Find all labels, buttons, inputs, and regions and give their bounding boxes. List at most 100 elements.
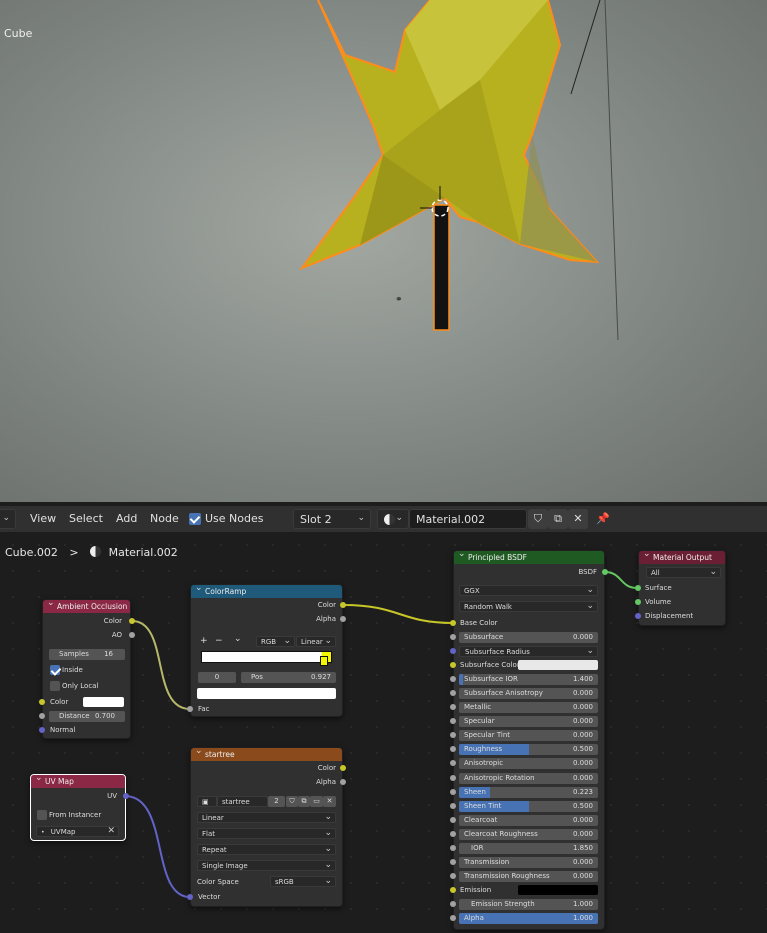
bsdf-color-swatch[interactable] — [518, 885, 598, 895]
interpolation-dropdown[interactable]: Linear ⌄ — [197, 812, 336, 823]
menu-view[interactable]: View — [30, 512, 56, 525]
node-title[interactable]: Principled BSDF — [454, 548, 604, 564]
ramp-menu-button[interactable]: ⌄ — [234, 634, 242, 644]
fake-user-shield-icon[interactable]: ⛉ — [528, 509, 548, 529]
input-socket-subsurface-color[interactable] — [450, 662, 456, 668]
input-socket-roughness[interactable] — [450, 746, 456, 752]
distribution-dropdown[interactable]: GGX ⌄ — [459, 585, 598, 596]
extension-dropdown[interactable]: Repeat ⌄ — [197, 844, 336, 855]
remove-stop-button[interactable]: − — [215, 636, 223, 646]
use-nodes-label[interactable]: Use Nodes — [205, 512, 264, 525]
bsdf-field[interactable]: Clearcoat 0.000 — [459, 815, 598, 826]
stop-color-swatch[interactable] — [197, 688, 336, 699]
editor-type-dropdown[interactable]: ⌄ — [0, 509, 16, 529]
input-socket-specular[interactable] — [450, 718, 456, 724]
input-socket-transmission[interactable] — [450, 859, 456, 865]
node-title[interactable]: Ambient Occlusion — [43, 597, 130, 613]
pin-icon[interactable]: 📌 — [593, 509, 613, 529]
3d-viewport[interactable]: ⚭ Cube — [0, 0, 767, 502]
input-socket-alpha[interactable] — [450, 915, 456, 921]
render-target-dropdown[interactable]: All ⌄ — [646, 567, 721, 578]
bsdf-field[interactable]: IOR 1.850 — [459, 843, 598, 854]
material-name-field[interactable]: Material.002 — [409, 509, 527, 529]
color-mode-dropdown[interactable]: RGB ⌄ — [256, 636, 295, 647]
node-title[interactable]: UV Map — [31, 772, 125, 788]
interpolation-dropdown[interactable]: Linear ⌄ — [296, 636, 336, 647]
input-socket-color[interactable] — [39, 699, 45, 705]
color-stop-handle[interactable] — [320, 656, 328, 666]
bsdf-field[interactable]: Subsurface 0.000 — [459, 632, 598, 643]
bsdf-field[interactable]: Emission Strength 1.000 — [459, 899, 598, 910]
duplicate-material-icon[interactable]: ⧉ — [548, 509, 568, 529]
menu-node[interactable]: Node — [150, 512, 179, 525]
node-title[interactable]: startree — [191, 745, 342, 761]
bsdf-field[interactable]: Roughness 0.500 — [459, 744, 598, 755]
input-socket-clearcoat-roughness[interactable] — [450, 831, 456, 837]
input-socket-metallic[interactable] — [450, 704, 456, 710]
inside-checkbox[interactable] — [50, 665, 60, 675]
bsdf-field[interactable]: Specular 0.000 — [459, 716, 598, 727]
node-title[interactable]: Material Output — [639, 548, 725, 564]
bsdf-field[interactable]: Anisotropic 0.000 — [459, 758, 598, 769]
bsdf-field[interactable]: Metallic 0.000 — [459, 702, 598, 713]
distance-field[interactable]: Distance 0.700 — [49, 711, 125, 722]
input-socket-subsurface[interactable] — [450, 634, 456, 640]
stop-position-field[interactable]: Pos 0.927 — [241, 672, 336, 683]
bsdf-field[interactable]: Subsurface Radius ⌄ — [459, 646, 598, 657]
bsdf-field[interactable]: Specular Tint 0.000 — [459, 730, 598, 741]
output-socket-ao[interactable] — [129, 632, 135, 638]
duplicate-image-icon[interactable]: ⧉ — [298, 796, 310, 807]
unlink-material-close-icon[interactable]: ✕ — [568, 509, 588, 529]
close-icon[interactable]: ✕ — [323, 796, 336, 807]
input-socket-volume[interactable] — [635, 599, 641, 605]
input-socket-subsurface-anisotropy[interactable] — [450, 690, 456, 696]
input-socket-fac[interactable] — [187, 706, 193, 712]
input-socket-sheen-tint[interactable] — [450, 803, 456, 809]
color-space-dropdown[interactable]: sRGB ⌄ — [270, 876, 336, 887]
input-socket-subsurface-ior[interactable] — [450, 676, 456, 682]
input-socket-displacement[interactable] — [635, 613, 641, 619]
menu-select[interactable]: Select — [69, 512, 103, 525]
output-socket-alpha[interactable] — [340, 779, 346, 785]
add-stop-button[interactable]: + — [200, 636, 208, 646]
bsdf-field[interactable]: Subsurface IOR 1.400 — [459, 674, 598, 685]
bsdf-field[interactable]: Sheen 0.223 — [459, 787, 598, 798]
close-icon[interactable]: ✕ — [107, 826, 115, 837]
menu-add[interactable]: Add — [116, 512, 137, 525]
input-socket-surface[interactable] — [635, 585, 641, 591]
output-socket-color[interactable] — [129, 618, 135, 624]
uv-map-selector[interactable]: • UVMap ✕ — [36, 826, 119, 837]
input-socket-emission-strength[interactable] — [450, 901, 456, 907]
output-socket-uv[interactable] — [123, 793, 129, 799]
open-folder-icon[interactable]: ▭ — [310, 796, 323, 807]
input-socket-specular-tint[interactable] — [450, 732, 456, 738]
input-socket-normal[interactable] — [39, 727, 45, 733]
bsdf-field[interactable]: Anisotropic Rotation 0.000 — [459, 773, 598, 784]
image-name-field[interactable]: startree — [217, 796, 268, 807]
stop-index-field[interactable]: 0 — [198, 672, 236, 683]
input-socket-anisotropic[interactable] — [450, 760, 456, 766]
node-title[interactable]: ColorRamp — [191, 582, 342, 598]
bsdf-field[interactable]: Transmission 0.000 — [459, 857, 598, 868]
input-socket-vector[interactable] — [187, 894, 193, 900]
only-local-checkbox[interactable] — [50, 681, 60, 691]
image-users-count[interactable]: 2 — [268, 796, 285, 807]
input-socket-sheen[interactable] — [450, 789, 456, 795]
input-socket-subsurface-radius[interactable] — [450, 648, 456, 654]
fake-user-shield-icon[interactable]: ⛉ — [286, 796, 298, 807]
projection-dropdown[interactable]: Flat ⌄ — [197, 828, 336, 839]
samples-field[interactable]: Samples 16 — [49, 649, 125, 660]
use-nodes-checkbox[interactable] — [189, 513, 201, 525]
color-ramp-gradient[interactable] — [201, 651, 332, 663]
subsurface-method-dropdown[interactable]: Random Walk ⌄ — [459, 601, 598, 612]
output-socket-bsdf[interactable] — [602, 569, 608, 575]
input-socket-distance[interactable] — [39, 713, 45, 719]
slot-dropdown[interactable]: Slot 2 ⌄ — [293, 509, 371, 529]
color-input-swatch[interactable] — [83, 697, 124, 707]
input-socket-base-color[interactable] — [450, 620, 456, 626]
image-browse-icon[interactable]: ▣ — [197, 796, 217, 807]
material-browse-dropdown[interactable]: ⌄ — [377, 509, 409, 529]
input-socket-ior[interactable] — [450, 845, 456, 851]
input-socket-clearcoat[interactable] — [450, 817, 456, 823]
bsdf-field[interactable]: Alpha 1.000 — [459, 913, 598, 924]
